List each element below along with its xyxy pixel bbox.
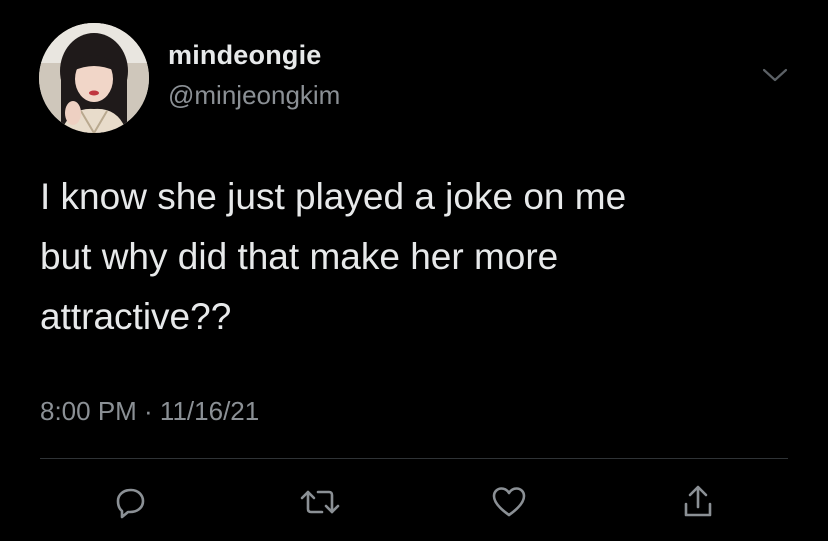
tweet-line: but why did that make her more [40,236,559,277]
retweet-icon [300,490,340,514]
share-button[interactable] [676,480,720,524]
tweet-line: attractive?? [40,296,232,337]
chevron-down-icon[interactable] [762,66,788,84]
tweet-timestamp[interactable]: 8:00 PM · 11/16/21 [40,396,259,427]
avatar-image [39,23,149,133]
heart-icon [492,487,526,517]
divider [40,458,788,459]
retweet-button[interactable] [298,480,342,524]
reply-icon [116,488,145,519]
tweet-line: I know she just played a joke on me [40,176,627,217]
display-name[interactable]: mindeongie [168,40,322,71]
tweet-text: I know she just played a joke on me but … [40,167,800,347]
avatar[interactable] [39,23,149,133]
tweet-card: mindeongie @minjeongkim I know she just … [0,0,828,541]
reply-button[interactable] [108,480,152,524]
like-button[interactable] [487,480,531,524]
user-handle[interactable]: @minjeongkim [168,80,340,111]
share-icon [684,485,712,517]
